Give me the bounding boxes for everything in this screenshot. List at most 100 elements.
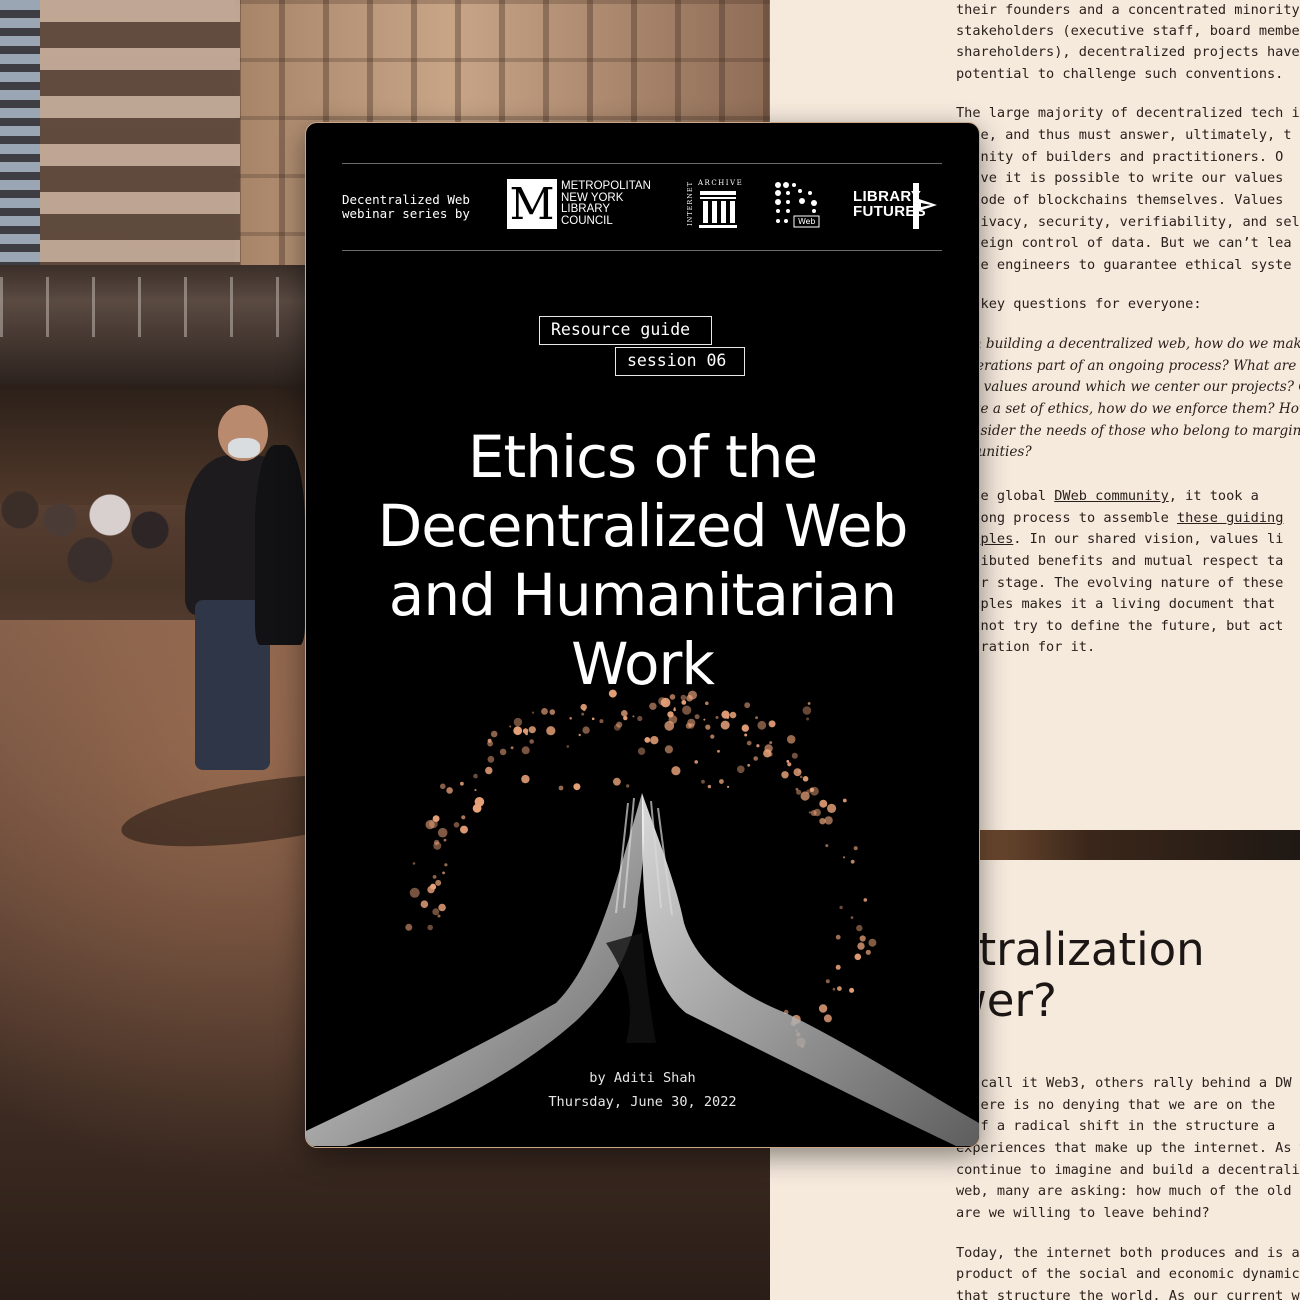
sparkle-dot [444,863,448,867]
sparkle-dot [442,871,445,875]
internet-archive-logo: INTERNET ARCHIVE [686,179,742,231]
text-fragment: . In our shared vision, values li [1013,531,1284,547]
sparkle-dot [461,815,466,820]
mnylc-logo-text: METROPOLITAN NEW YORK LIBRARY COUNCIL [561,180,661,227]
sparkle-dot [435,879,442,886]
series-line: Decentralized Web [342,192,470,207]
sparkle-dot [632,715,635,718]
sparkle-dot [499,748,507,756]
resource-guide-poster: Decentralized Web webinar series by M ME… [305,122,980,1148]
question-line: red values around which we center our pr… [956,379,1300,395]
sparkle-dot [549,709,556,715]
library-futures-arrow-icon [913,183,937,229]
sparkle-dot [546,726,556,736]
author: by Aditi Shah [589,1070,696,1086]
sparkle-dot [835,964,841,970]
sparkle-dot [720,720,730,730]
sparkle-dot [432,875,437,879]
article-text-line: potential to challenge such conventions. [956,66,1284,82]
top-divider [342,163,942,164]
sparkle-dot [460,781,464,786]
poster-title: Ethics of the Decentralized Web and Huma… [336,423,949,699]
sparkle-dot [865,949,871,955]
sparkle-dot [650,736,659,745]
sparkle-dot [412,862,416,865]
sparkle-dot [437,914,441,918]
article-text-line: nciples makes it a living document that [956,596,1276,612]
event-date: Thursday, June 30, 2022 [548,1094,737,1110]
sparkle-dot [850,916,854,919]
sparkle-dot [825,844,829,848]
sparkle-dot [853,846,858,851]
sparkle-dot [405,923,413,931]
dweb-community-link[interactable]: DWeb community [1054,488,1169,504]
sparkle-dot [440,783,446,790]
sparkle-dot [835,934,841,940]
sparkle-dot [737,765,745,774]
sparkle-dot [521,746,530,755]
article-text-line: the engineers to guarantee ethical syste [956,257,1292,273]
sparkle-dot [558,785,564,791]
sparkle-dot [802,706,812,715]
sparkle-dot [474,788,477,792]
sparkle-dot [795,787,799,791]
sparkle-dot [566,745,570,748]
sparkle-dot [798,769,801,773]
sparkle-dot [621,710,628,717]
sparkle-dot [705,724,711,730]
sparkle-dot [710,734,715,739]
sparkle-dot [669,694,676,700]
sparkle-dot [460,825,468,834]
sparkle-dot [541,708,548,715]
sparkle-dot [868,938,877,947]
question-line: consider the needs of those who belong t… [956,423,1300,439]
article-text-line: nciples. In our shared vision, values li [956,529,1283,551]
ia-side-text: INTERNET [686,181,694,226]
sparkle-dot [726,715,730,719]
walker-mask [228,438,260,458]
sparkle-dot [707,784,712,789]
sparkle-dot [626,784,630,788]
article-text-line: vereign control of data. But we can’t le… [956,235,1292,251]
building-windows-far-left [0,0,40,300]
sparkle-dot [433,841,442,850]
sparkle-dot [808,811,811,814]
sparkle-dot [658,697,667,706]
sparkle-dot [863,898,868,902]
sparkle-dot [781,771,789,779]
guiding-principles-link[interactable]: these guiding [1177,510,1283,526]
text-fragment: , it took a [1168,488,1259,504]
sparkle-dot [438,903,446,912]
sparkle-dot [799,775,803,779]
section-heading-line: ntralization [950,923,1205,976]
title-line: Ethics of the [467,423,818,491]
article-text-line: web, many are asking: how much of the ol… [956,1183,1292,1199]
sparkle-dot [510,746,514,750]
article-text-line: are we willing to leave behind? [956,1205,1210,1221]
sparkle-dot [849,987,855,993]
sparkle-dot [644,737,651,743]
sparkle-dot [427,924,433,931]
mnylc-logo-mark: M [507,179,557,230]
sparkle-dot [443,838,447,842]
article-text-line: he key questions for everyone: [956,296,1202,312]
sparkle-dot [825,979,830,984]
sparkle-dot [837,986,842,991]
question-line: hen building a decentralized web, how do… [956,336,1300,352]
article-text-line: continue to imagine and build a decentra… [956,1162,1300,1178]
sparkle-dot [431,884,437,890]
title-line: Decentralized Web [377,492,909,560]
article-text-line: me call it Web3, others rally behind a D… [956,1075,1292,1091]
sparkle-dot [569,717,572,720]
sparkle-dot [509,725,512,728]
sparkle-dot [857,942,865,950]
sparkle-dot [490,730,498,738]
sparkle-dot [599,719,604,724]
sparkle-dot [688,690,697,700]
sparkle-dot [746,740,752,746]
sparkle-dot [824,816,833,825]
sparkle-dot [764,744,773,753]
question-line: have a set of ethics, how do we enforce … [956,401,1300,417]
sparkle-dot [747,763,751,767]
sparkle-dot [649,702,657,710]
